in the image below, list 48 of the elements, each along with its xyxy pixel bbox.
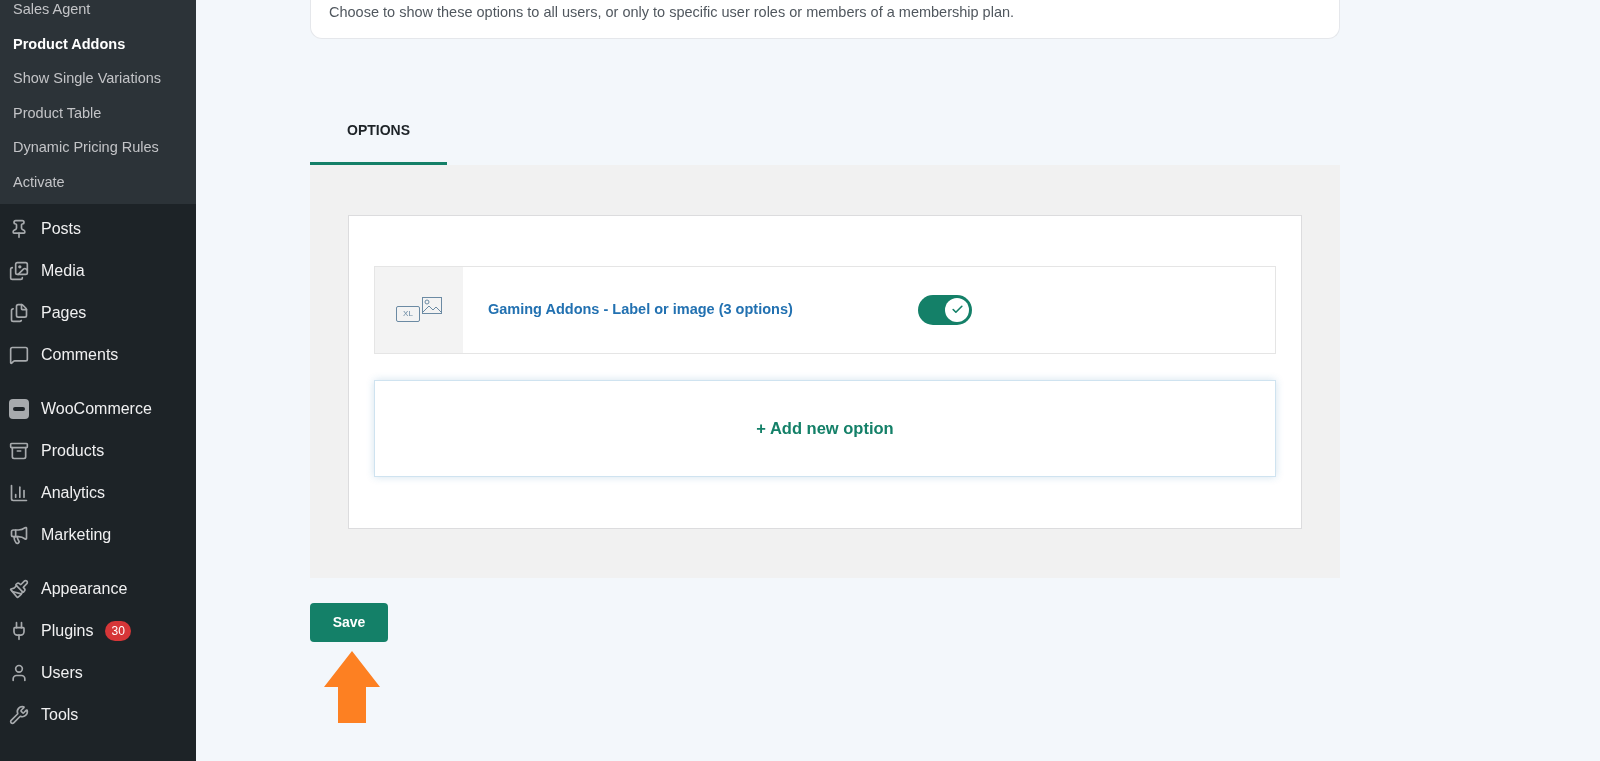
submenu-item[interactable]: Show Single Variations [0, 62, 196, 97]
save-button[interactable]: Save [310, 602, 388, 642]
menu-label: Analytics [41, 483, 106, 503]
megaphone-icon [9, 525, 29, 545]
pages-icon [9, 303, 29, 323]
menu-label: Pages [41, 303, 87, 323]
option-title[interactable]: Gaming Addons - Label or image (3 options) [488, 298, 918, 321]
menu-label: Appearance [41, 579, 128, 599]
menu-item[interactable]: Media [0, 250, 196, 292]
menu-item[interactable]: Pages [0, 292, 196, 334]
menu-item[interactable]: Tools [0, 694, 196, 736]
submenu-item[interactable]: Product Table [0, 96, 196, 131]
option-row[interactable]: XL Gaming Addons - Label or image (3 options) [374, 265, 1276, 354]
menu-label: Media [41, 261, 85, 281]
menu-label: Plugins [41, 621, 94, 641]
menu-label: Users [41, 663, 83, 683]
brush-icon [9, 579, 29, 599]
menu-label: Products [41, 441, 105, 461]
submenu-item[interactable]: Dynamic Pricing Rules [0, 131, 196, 166]
pin-icon [9, 219, 29, 239]
wrench-icon [9, 705, 29, 725]
menu-label: Posts [41, 219, 81, 239]
menu-item[interactable]: Posts [0, 208, 196, 250]
menu-item[interactable]: WooCommerce [0, 388, 196, 430]
menu-label: Marketing [41, 525, 112, 545]
menu-label: Comments [41, 345, 119, 365]
add-option-button[interactable]: + Add new option [374, 379, 1276, 477]
submenu-item[interactable]: Activate [0, 165, 196, 200]
count-badge: 30 [105, 621, 131, 641]
menu-item[interactable]: Marketing [0, 514, 196, 556]
visibility-description: Choose to show these options to all users, or only to specific user roles or members of a membership plan. [329, 3, 1016, 22]
menu-label: Tools [41, 705, 79, 725]
menu-item[interactable]: Comments [0, 334, 196, 376]
menu-label: WooCommerce [41, 399, 152, 419]
submenu-item[interactable]: Sales Agent [0, 0, 196, 28]
box-icon [9, 441, 29, 461]
menu-item[interactable]: Users [0, 652, 196, 694]
submenu-item[interactable]: Product Addons [0, 27, 196, 62]
menu-item[interactable]: Analytics [0, 472, 196, 514]
media-icon [9, 261, 29, 281]
toggle-switch[interactable] [918, 294, 972, 325]
up-arrow-icon [324, 650, 380, 723]
menu-item[interactable]: Appearance [0, 568, 196, 610]
comment-icon [9, 345, 29, 365]
user-icon [9, 663, 29, 683]
chart-icon [9, 483, 29, 503]
menu-item[interactable]: Plugins 30 [0, 610, 196, 652]
menu-item[interactable]: Products [0, 430, 196, 472]
